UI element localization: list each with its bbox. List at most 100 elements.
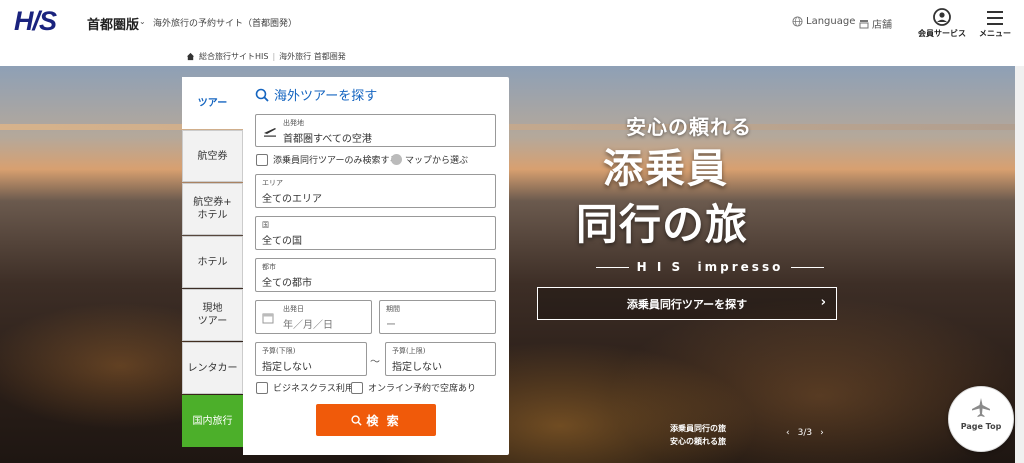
breadcrumb: 総合旅行サイトHIS | 海外旅行 首都圏発 [186, 51, 346, 62]
range-separator: ～ [370, 357, 380, 368]
budget-min-select[interactable]: 予算(下限) 指定しない [255, 342, 367, 376]
hero-title-line2: 同行の旅 [576, 200, 749, 249]
escort-only-checkbox[interactable]: 添乗員同行ツアーのみ検索する [256, 153, 398, 166]
page-top-button[interactable]: Page Top [948, 386, 1014, 452]
tab-rental-car[interactable]: レンタカー [182, 342, 243, 394]
brand-line-right [791, 266, 824, 268]
country-value: 全ての国 [262, 236, 302, 247]
slide-pager: ‹ 3/3 › [786, 428, 824, 438]
search-button[interactable]: 検 索 [316, 404, 436, 436]
country-label: 国 [262, 221, 269, 229]
tab-flight[interactable]: 航空券 [182, 130, 243, 182]
tab-local-tour-label: 現地 ツアー [197, 303, 228, 327]
tab-hotel[interactable]: ホテル [182, 236, 243, 288]
breadcrumb-item-top[interactable]: 総合旅行サイトHIS [199, 51, 268, 62]
calendar-icon [262, 313, 274, 324]
airplane-icon [972, 398, 990, 417]
country-select[interactable]: 国 全ての国 [255, 216, 496, 250]
chevron-right-icon[interactable]: › [820, 428, 824, 438]
tab-flight-hotel-label: 航空券+ ホテル [193, 197, 232, 221]
search-button-label: 検 索 [366, 413, 401, 428]
chevron-left-icon[interactable]: ‹ [786, 428, 790, 438]
budget-max-value: 指定しない [392, 362, 442, 373]
duration-select[interactable]: 期間 ー [379, 300, 496, 334]
tab-flight-hotel[interactable]: 航空券+ ホテル [182, 183, 243, 235]
chevron-down-icon[interactable]: ⌄ [139, 17, 146, 26]
map-pin-icon [391, 154, 402, 165]
hero-cta-button[interactable]: 添乗員同行ツアーを探す › [537, 287, 837, 320]
map-select-link[interactable]: マップから選ぶ [391, 153, 468, 166]
stores-link[interactable]: 店舗 [859, 16, 892, 31]
departure-date-field[interactable]: 出発日 年／月／日 [255, 300, 372, 334]
caption-line1: 添乗員同行の旅 [670, 424, 726, 433]
departure-label: 出発地 [283, 119, 304, 127]
checkbox-box[interactable] [256, 153, 268, 166]
city-value: 全ての都市 [262, 278, 312, 289]
date-value: 年／月／日 [283, 320, 333, 331]
budget-min-value: 指定しない [262, 362, 312, 373]
tab-domestic[interactable]: 国内旅行 [182, 395, 243, 447]
home-icon[interactable] [186, 52, 195, 61]
region-selector[interactable]: 首都圏版 [87, 14, 139, 33]
tab-tour-label: ツアー [197, 97, 228, 109]
tab-rental-car-label: レンタカー [187, 362, 238, 374]
tab-hotel-label: ホテル [197, 256, 228, 268]
user-icon [933, 8, 951, 26]
online-booking-checkbox[interactable]: オンライン予約で空席あり [351, 381, 476, 394]
search-icon [351, 414, 363, 426]
his-logo[interactable]: H/S [14, 6, 57, 37]
online-booking-label: オンライン予約で空席あり [368, 384, 477, 394]
site-tagline: 海外旅行の予約サイト（首都圏発） [153, 19, 298, 29]
tab-local-tour[interactable]: 現地 ツアー [182, 289, 243, 341]
hero-cta-label: 添乗員同行ツアーを探す [626, 297, 748, 311]
city-label: 都市 [262, 263, 276, 271]
globe-icon [792, 16, 803, 27]
search-icon [255, 88, 269, 102]
area-value: 全てのエリア [262, 194, 322, 205]
site-header: H/S 首都圏版 ⌄ 海外旅行の予約サイト（首都圏発） Language 店舗 … [0, 0, 1024, 46]
tab-flight-label: 航空券 [197, 150, 228, 162]
departure-value: 首都圏すべての空港 [283, 134, 372, 145]
member-service-button[interactable]: 会員サービス [915, 8, 969, 39]
hamburger-icon [987, 11, 1003, 25]
store-icon [859, 19, 869, 28]
brand-line-left [596, 266, 629, 268]
date-label: 出発日 [283, 305, 304, 313]
hero-brand-text: H I S impresso [636, 260, 784, 274]
business-class-label: ビジネスクラス利用 [273, 384, 354, 394]
escort-only-label: 添乗員同行ツアーのみ検索する [273, 156, 399, 166]
panel-title-text: 海外ツアーを探す [274, 89, 378, 104]
caption-line2: 安心の頼れる旅 [670, 437, 726, 446]
city-select[interactable]: 都市 全ての都市 [255, 258, 496, 292]
menu-label: メニュー [979, 29, 1011, 38]
breadcrumb-separator: | [272, 52, 276, 61]
language-label: Language [806, 16, 856, 27]
map-select-label: マップから選ぶ [405, 156, 469, 166]
tab-tour[interactable]: ツアー [182, 77, 243, 129]
chevron-right-icon: › [820, 295, 826, 310]
menu-button[interactable]: メニュー [976, 8, 1014, 39]
budget-max-label: 予算(上限) [392, 347, 426, 355]
member-label: 会員サービス [918, 29, 966, 38]
page-top-label: Page Top [960, 422, 1002, 431]
language-link[interactable]: Language [792, 16, 855, 27]
stores-label: 店舗 [872, 20, 892, 31]
checkbox-box[interactable] [351, 381, 363, 394]
budget-min-label: 予算(下限) [262, 347, 296, 355]
departure-field[interactable]: 出発地 首都圏すべての空港 [255, 114, 496, 147]
area-label: エリア [262, 179, 283, 187]
budget-max-select[interactable]: 予算(上限) 指定しない [385, 342, 496, 376]
checkbox-box[interactable] [256, 381, 268, 394]
breadcrumb-item-current: 海外旅行 首都圏発 [279, 52, 346, 61]
tab-domestic-label: 国内旅行 [192, 415, 233, 427]
page-scrollbar[interactable] [1015, 66, 1024, 463]
area-select[interactable]: エリア 全てのエリア [255, 174, 496, 208]
duration-value: ー [386, 320, 396, 331]
business-class-checkbox[interactable]: ビジネスクラス利用 [256, 381, 354, 394]
slide-counter: 3/3 [797, 428, 813, 438]
duration-label: 期間 [386, 305, 400, 313]
panel-title: 海外ツアーを探す [255, 85, 377, 104]
tour-search-panel: 海外ツアーを探す 出発地 首都圏すべての空港 添乗員同行ツアーのみ検索する マッ… [243, 77, 509, 455]
airplane-takeoff-icon [264, 128, 276, 137]
hero-title-line1: 添乗員 [603, 146, 729, 192]
